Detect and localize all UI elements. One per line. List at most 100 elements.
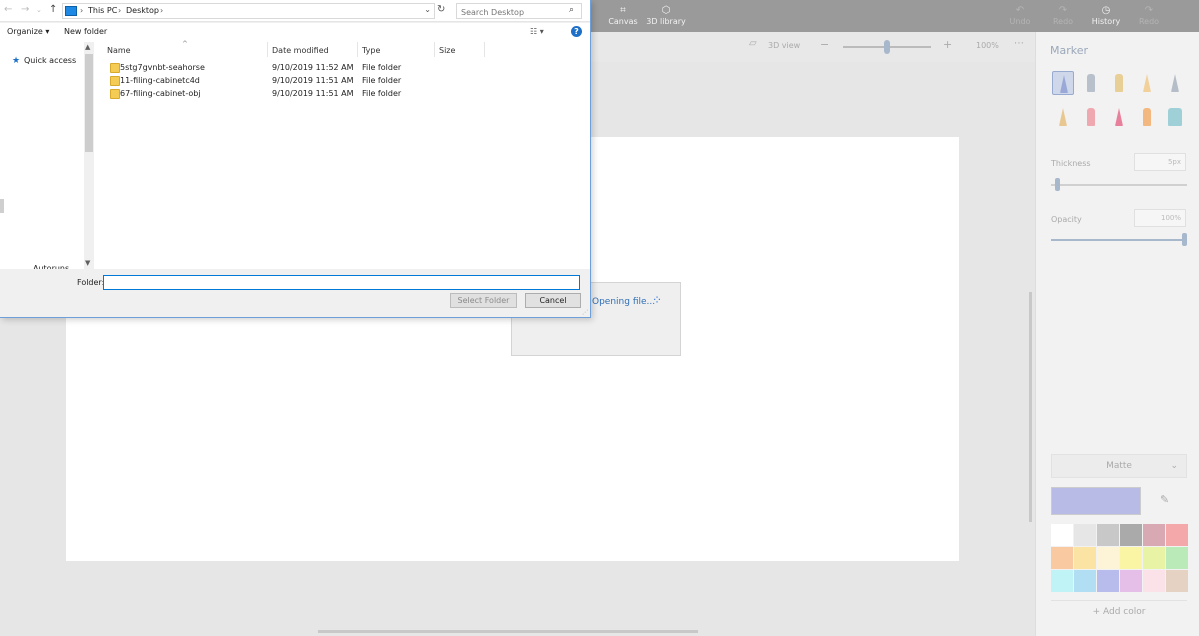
color-swatch[interactable] <box>1166 547 1188 569</box>
scroll-up-icon[interactable]: ▲ <box>85 43 90 51</box>
up-arrow-icon[interactable]: ↑ <box>49 4 57 15</box>
eraser-icon[interactable] <box>1080 105 1102 129</box>
color-swatch[interactable] <box>1097 547 1119 569</box>
select-folder-button[interactable]: Select Folder <box>450 293 517 308</box>
current-color-swatch[interactable] <box>1051 487 1141 515</box>
crayon-icon[interactable] <box>1108 105 1130 129</box>
zoom-level: 100% <box>976 41 999 50</box>
history-button[interactable]: ◷ History <box>1084 4 1128 30</box>
watercolor-icon[interactable] <box>1136 71 1158 95</box>
navigation-scrollbar[interactable]: ▲ ▼ <box>84 42 94 269</box>
redo-secondary-button[interactable]: ↷ Redo <box>1127 4 1171 30</box>
more-options-icon[interactable]: ⋯ <box>1014 38 1024 49</box>
breadcrumb-separator-icon: › <box>160 6 164 15</box>
color-swatch[interactable] <box>1074 570 1096 592</box>
eyedropper-icon[interactable]: ✎ <box>1160 493 1169 506</box>
table-row[interactable]: 5stg7gvnbt-seahorse 9/10/2019 11:52 AM F… <box>106 62 586 75</box>
color-swatch[interactable] <box>1051 570 1073 592</box>
column-divider[interactable] <box>357 42 358 57</box>
scroll-down-icon[interactable]: ▼ <box>85 259 90 267</box>
address-dropdown-icon[interactable]: ⌄ <box>424 5 431 14</box>
add-color-button[interactable]: + Add color <box>1051 600 1187 622</box>
color-swatch[interactable] <box>1143 547 1165 569</box>
pixel-pen-icon[interactable] <box>1164 71 1186 95</box>
fill-bucket-icon[interactable] <box>1164 105 1186 129</box>
file-type: File folder <box>362 89 402 98</box>
column-divider[interactable] <box>484 42 485 57</box>
color-swatch[interactable] <box>1074 524 1096 546</box>
finish-dropdown[interactable]: Matte ⌄ <box>1051 454 1187 478</box>
column-header-type[interactable]: Type <box>362 46 380 55</box>
refresh-icon[interactable]: ↻ <box>437 4 445 15</box>
color-swatch[interactable] <box>1120 547 1142 569</box>
color-swatch[interactable] <box>1120 524 1142 546</box>
forward-arrow-icon[interactable]: → <box>21 4 29 15</box>
opacity-label: Opacity <box>1051 215 1082 224</box>
view-options-icon[interactable]: ☷ ▾ <box>530 27 544 36</box>
calligraphy-pen-icon[interactable] <box>1080 71 1102 95</box>
column-divider[interactable] <box>267 42 268 57</box>
spray-can-icon[interactable] <box>1136 105 1158 129</box>
cancel-button[interactable]: Cancel <box>525 293 581 308</box>
recent-locations-chevron-icon[interactable]: ⌄ <box>36 6 42 14</box>
color-swatch[interactable] <box>1097 570 1119 592</box>
search-input[interactable] <box>456 3 582 19</box>
color-swatch[interactable] <box>1143 524 1165 546</box>
navigation-scroll-thumb[interactable] <box>85 54 93 152</box>
thickness-slider-thumb[interactable] <box>1055 178 1060 191</box>
pane-edge <box>0 199 4 213</box>
color-swatch[interactable] <box>1097 524 1119 546</box>
redo-icon: ↷ <box>1058 5 1068 16</box>
3d-view-toggle[interactable]: 3D view <box>768 41 800 50</box>
nav-item-quick-access[interactable]: Quick access <box>24 56 76 65</box>
canvas-button[interactable]: ⌗ Canvas <box>601 4 645 30</box>
breadcrumb-this-pc[interactable]: This PC <box>88 6 117 15</box>
column-header-size[interactable]: Size <box>439 46 455 55</box>
column-header-name[interactable]: Name <box>107 46 131 55</box>
file-type: File folder <box>362 76 402 85</box>
chevron-down-icon: ▾ <box>45 27 50 36</box>
table-row[interactable]: 11-filing-cabinetc4d 9/10/2019 11:51 AM … <box>106 75 586 88</box>
search-icon[interactable]: ⌕ <box>569 5 574 15</box>
nav-item-autoruns[interactable]: Autoruns <box>33 263 69 269</box>
color-swatch[interactable] <box>1051 524 1073 546</box>
opacity-slider-track[interactable] <box>1051 239 1187 241</box>
folder-input[interactable] <box>103 275 580 290</box>
thickness-field[interactable]: 5px <box>1134 153 1186 171</box>
back-arrow-icon[interactable]: ← <box>4 4 12 15</box>
color-swatch[interactable] <box>1120 570 1142 592</box>
folder-icon <box>110 89 120 99</box>
address-bar[interactable]: › This PC › Desktop › ⌄ <box>62 3 435 19</box>
vertical-scrollbar[interactable] <box>1029 292 1032 522</box>
zoom-out-icon[interactable]: − <box>820 38 829 51</box>
opacity-slider-thumb[interactable] <box>1182 233 1187 246</box>
column-divider[interactable] <box>434 42 435 57</box>
color-palette <box>1051 524 1188 592</box>
zoom-in-icon[interactable]: + <box>943 38 952 51</box>
zoom-slider-thumb[interactable] <box>884 40 890 54</box>
oil-brush-icon[interactable] <box>1108 71 1130 95</box>
color-swatch[interactable] <box>1143 570 1165 592</box>
column-header-date-modified[interactable]: Date modified <box>272 46 329 55</box>
address-bar-row: ← → ⌄ ↑ › This PC › Desktop › ⌄ ↻ ⌕ <box>0 0 590 22</box>
history-icon: ◷ <box>1101 5 1111 16</box>
thickness-slider-track[interactable] <box>1051 184 1187 186</box>
color-swatch[interactable] <box>1051 547 1073 569</box>
horizontal-scrollbar[interactable] <box>318 630 698 633</box>
3d-view-icon: ▱ <box>749 38 757 49</box>
breadcrumb-desktop[interactable]: Desktop <box>126 6 159 15</box>
3d-library-button[interactable]: ⬡ 3D library <box>644 4 688 30</box>
opacity-field[interactable]: 100% <box>1134 209 1186 227</box>
organize-button[interactable]: Organize ▾ <box>7 27 49 36</box>
new-folder-button[interactable]: New folder <box>64 27 107 36</box>
redo-button[interactable]: ↷ Redo <box>1041 4 1085 30</box>
color-swatch[interactable] <box>1074 547 1096 569</box>
resize-grip-icon[interactable]: ⋰ <box>582 309 588 316</box>
color-swatch[interactable] <box>1166 570 1188 592</box>
marker-tool-icon[interactable] <box>1052 71 1074 95</box>
table-row[interactable]: 67-filing-cabinet-obj 9/10/2019 11:51 AM… <box>106 88 586 101</box>
undo-button[interactable]: ↶ Undo <box>998 4 1042 30</box>
help-icon[interactable]: ? <box>571 26 582 37</box>
color-swatch[interactable] <box>1166 524 1188 546</box>
pencil-icon[interactable] <box>1052 105 1074 129</box>
